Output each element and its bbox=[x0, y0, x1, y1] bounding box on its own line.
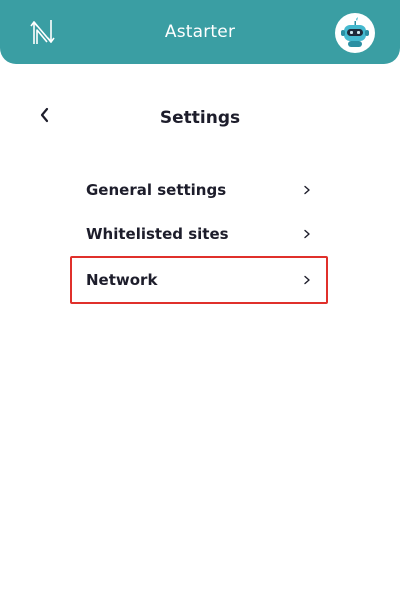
settings-menu: General settings Whitelisted sites Netwo… bbox=[70, 168, 328, 304]
menu-item-label: General settings bbox=[86, 181, 227, 199]
menu-item-general-settings[interactable]: General settings bbox=[72, 168, 326, 212]
robot-avatar-icon[interactable] bbox=[335, 13, 375, 53]
menu-item-network[interactable]: Network bbox=[70, 256, 328, 304]
page-title: Settings bbox=[159, 108, 241, 128]
app-header: Astarter bbox=[0, 0, 400, 64]
chevron-right-icon bbox=[304, 229, 310, 239]
chevron-right-icon bbox=[304, 185, 310, 195]
menu-item-label: Network bbox=[86, 271, 158, 289]
menu-item-label: Whitelisted sites bbox=[86, 225, 229, 243]
chevron-right-icon bbox=[304, 275, 310, 285]
menu-item-whitelisted-sites[interactable]: Whitelisted sites bbox=[72, 212, 326, 256]
